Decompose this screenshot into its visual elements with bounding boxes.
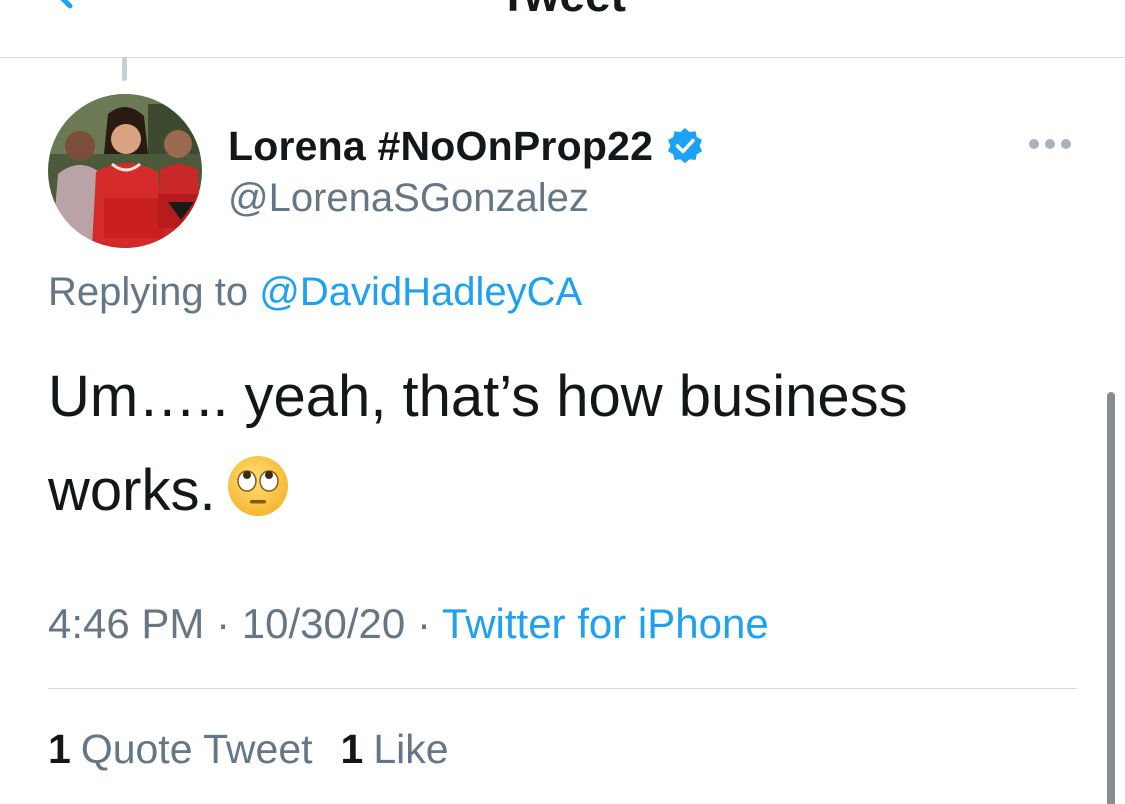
tweet-detail-screen: Tweet Lorena #NoOnProp22 (0, 0, 1125, 804)
tweet-text-line-2: works. (48, 444, 1048, 538)
author-handle[interactable]: @LorenaSGonzalez (228, 176, 589, 221)
tweet-metadata: 4:46 PM · 10/30/20 · Twitter for iPhone (48, 600, 769, 648)
top-nav-bar: Tweet (0, 0, 1125, 58)
divider (48, 688, 1077, 689)
like-label: Like (373, 726, 449, 772)
more-options-icon[interactable] (1026, 131, 1074, 157)
author-row: Lorena #NoOnProp22 (228, 120, 705, 172)
verified-badge-icon (668, 128, 703, 164)
page-title: Tweet (0, 0, 1125, 22)
thread-connector-line (122, 57, 127, 81)
tweet-stats: 1 Quote Tweet 1 Like (48, 726, 477, 773)
tweet-text: Um….. yeah, that’s how business works. (48, 350, 1048, 538)
replying-to-line: Replying to @DavidHadleyCA (48, 270, 582, 315)
likes-stat[interactable]: 1 Like (341, 726, 449, 773)
meta-separator: · (216, 600, 231, 647)
replying-to-label: Replying to (48, 270, 249, 314)
scrollbar[interactable] (1107, 392, 1115, 804)
rolling-eyes-emoji-icon (227, 456, 288, 516)
like-count: 1 (340, 726, 364, 772)
avatar-photo (48, 94, 202, 248)
reply-mention-link[interactable]: @DavidHadleyCA (259, 270, 582, 314)
tweet-text-line-1: Um….. yeah, that’s how business (48, 364, 908, 429)
quote-count: 1 (48, 726, 71, 772)
tweet-text-word: works. (48, 458, 216, 523)
tweet-time: 4:46 PM (48, 600, 205, 647)
display-name[interactable]: Lorena #NoOnProp22 (228, 123, 653, 170)
quote-label: Quote Tweet (80, 726, 313, 772)
avatar[interactable] (48, 94, 202, 248)
quote-tweets-stat[interactable]: 1 Quote Tweet (48, 726, 313, 773)
tweet-source-link[interactable]: Twitter for iPhone (442, 600, 769, 647)
tweet-date: 10/30/20 (241, 600, 406, 647)
meta-separator: · (416, 600, 431, 647)
